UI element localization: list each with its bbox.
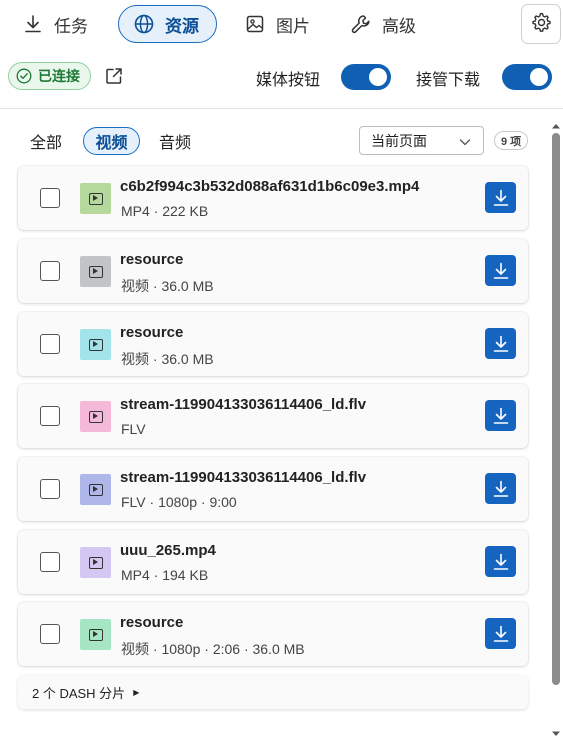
tab-label: 任务 bbox=[54, 16, 88, 36]
select-checkbox[interactable] bbox=[40, 624, 60, 644]
scope-select-value: 当前页面 bbox=[371, 132, 427, 149]
globe-icon bbox=[133, 13, 155, 35]
media-button-toggle[interactable] bbox=[341, 64, 391, 90]
list-item: resource 视频 · 36.0 MB bbox=[18, 239, 528, 303]
download-button[interactable] bbox=[485, 400, 516, 431]
select-checkbox[interactable] bbox=[40, 552, 60, 572]
dash-segments-label: 2 个 DASH 分片 bbox=[32, 685, 126, 701]
scroll-up-arrow[interactable] bbox=[550, 118, 562, 129]
tab-label: 资源 bbox=[165, 16, 199, 36]
list-item: resource 视频 · 36.0 MB bbox=[18, 312, 528, 376]
wrench-icon bbox=[350, 13, 372, 35]
download-icon bbox=[22, 13, 44, 35]
select-checkbox[interactable] bbox=[40, 188, 60, 208]
play-icon bbox=[88, 338, 103, 351]
caret-right-icon: ▶ bbox=[133, 687, 140, 697]
download-button[interactable] bbox=[485, 546, 516, 577]
tab-label: 高级 bbox=[382, 16, 416, 36]
filter-tab-all[interactable]: 全部 bbox=[30, 127, 62, 155]
list-item: c6b2f994c3b532d088af631d1b6c09e3.mp4 MP4… bbox=[18, 166, 528, 230]
top-nav: 任务 资源 图片 高级 bbox=[0, 0, 563, 50]
tab-tasks[interactable]: 任务 bbox=[22, 5, 88, 43]
connection-status-badge: 已连接 bbox=[8, 62, 91, 90]
download-icon bbox=[493, 625, 508, 642]
download-icon bbox=[493, 480, 508, 497]
tab-resources[interactable]: 资源 bbox=[118, 5, 217, 43]
scrollbar-thumb[interactable] bbox=[552, 133, 560, 685]
play-icon bbox=[88, 192, 103, 205]
video-thumbnail bbox=[80, 619, 111, 650]
file-name: resource bbox=[120, 614, 184, 631]
download-icon bbox=[493, 407, 508, 424]
file-meta: FLV bbox=[121, 421, 146, 437]
video-thumbnail bbox=[80, 401, 111, 432]
file-meta: 视频 · 36.0 MB bbox=[121, 351, 214, 367]
media-button-label: 媒体按钮 bbox=[256, 72, 321, 89]
divider bbox=[0, 108, 563, 109]
video-thumbnail bbox=[80, 183, 111, 214]
dash-segments-expander[interactable]: 2 个 DASH 分片 ▶ bbox=[18, 675, 528, 709]
play-icon bbox=[88, 410, 103, 423]
tab-images[interactable]: 图片 bbox=[244, 5, 310, 43]
takeover-download-toggle[interactable] bbox=[502, 64, 552, 90]
image-icon bbox=[244, 13, 266, 35]
filter-tab-video[interactable]: 视频 bbox=[83, 127, 140, 155]
video-thumbnail bbox=[80, 547, 111, 578]
item-count-badge: 9 项 bbox=[494, 131, 529, 150]
file-name: stream-119904133036114406_ld.flv bbox=[120, 469, 367, 486]
play-icon bbox=[88, 483, 103, 496]
file-name: resource bbox=[120, 251, 184, 268]
external-link-icon[interactable] bbox=[104, 66, 124, 86]
toggle-knob bbox=[530, 68, 548, 86]
chevron-down-icon bbox=[459, 135, 471, 147]
file-meta: MP4 · 222 KB bbox=[121, 203, 209, 219]
play-icon bbox=[88, 628, 103, 641]
status-label: 已连接 bbox=[38, 68, 80, 84]
list-item: stream-119904133036114406_ld.flv FLV bbox=[18, 384, 528, 448]
download-button[interactable] bbox=[485, 473, 516, 504]
toggle-knob bbox=[369, 68, 387, 86]
select-checkbox[interactable] bbox=[40, 334, 60, 354]
file-name: c6b2f994c3b532d088af631d1b6c09e3.mp4 bbox=[120, 178, 420, 195]
download-icon bbox=[493, 335, 508, 352]
file-meta: FLV · 1080p · 9:00 bbox=[121, 494, 237, 510]
list-item: resource 视频 · 1080p · 2:06 · 36.0 MB bbox=[18, 602, 528, 666]
download-button[interactable] bbox=[485, 618, 516, 649]
select-checkbox[interactable] bbox=[40, 406, 60, 426]
download-button[interactable] bbox=[485, 328, 516, 359]
check-circle-icon bbox=[16, 68, 32, 84]
video-thumbnail bbox=[80, 329, 111, 360]
video-thumbnail bbox=[80, 474, 111, 505]
file-name: uuu_265.mp4 bbox=[120, 542, 216, 559]
select-checkbox[interactable] bbox=[40, 479, 60, 499]
file-name: resource bbox=[120, 324, 184, 341]
takeover-download-label: 接管下载 bbox=[416, 72, 481, 89]
list-item: uuu_265.mp4 MP4 · 194 KB bbox=[18, 530, 528, 594]
file-name: stream-119904133036114406_ld.flv bbox=[120, 396, 367, 413]
download-icon bbox=[493, 189, 508, 206]
scroll-down-arrow[interactable] bbox=[550, 726, 562, 736]
file-meta: MP4 · 194 KB bbox=[121, 567, 209, 583]
download-icon bbox=[493, 262, 508, 279]
video-thumbnail bbox=[80, 256, 111, 287]
filter-tab-audio[interactable]: 音频 bbox=[159, 127, 191, 155]
scope-select[interactable]: 当前页面 bbox=[359, 126, 484, 155]
download-icon bbox=[493, 553, 508, 570]
file-meta: 视频 · 36.0 MB bbox=[121, 278, 214, 294]
file-meta: 视频 · 1080p · 2:06 · 36.0 MB bbox=[121, 641, 305, 657]
list-item: stream-119904133036114406_ld.flv FLV · 1… bbox=[18, 457, 528, 521]
play-icon bbox=[88, 265, 103, 278]
select-checkbox[interactable] bbox=[40, 261, 60, 281]
tab-advanced[interactable]: 高级 bbox=[350, 5, 416, 43]
download-button[interactable] bbox=[485, 255, 516, 286]
download-button[interactable] bbox=[485, 182, 516, 213]
play-icon bbox=[88, 556, 103, 569]
tab-label: 图片 bbox=[276, 16, 310, 36]
gear-icon bbox=[530, 11, 552, 38]
settings-button[interactable] bbox=[521, 4, 561, 44]
